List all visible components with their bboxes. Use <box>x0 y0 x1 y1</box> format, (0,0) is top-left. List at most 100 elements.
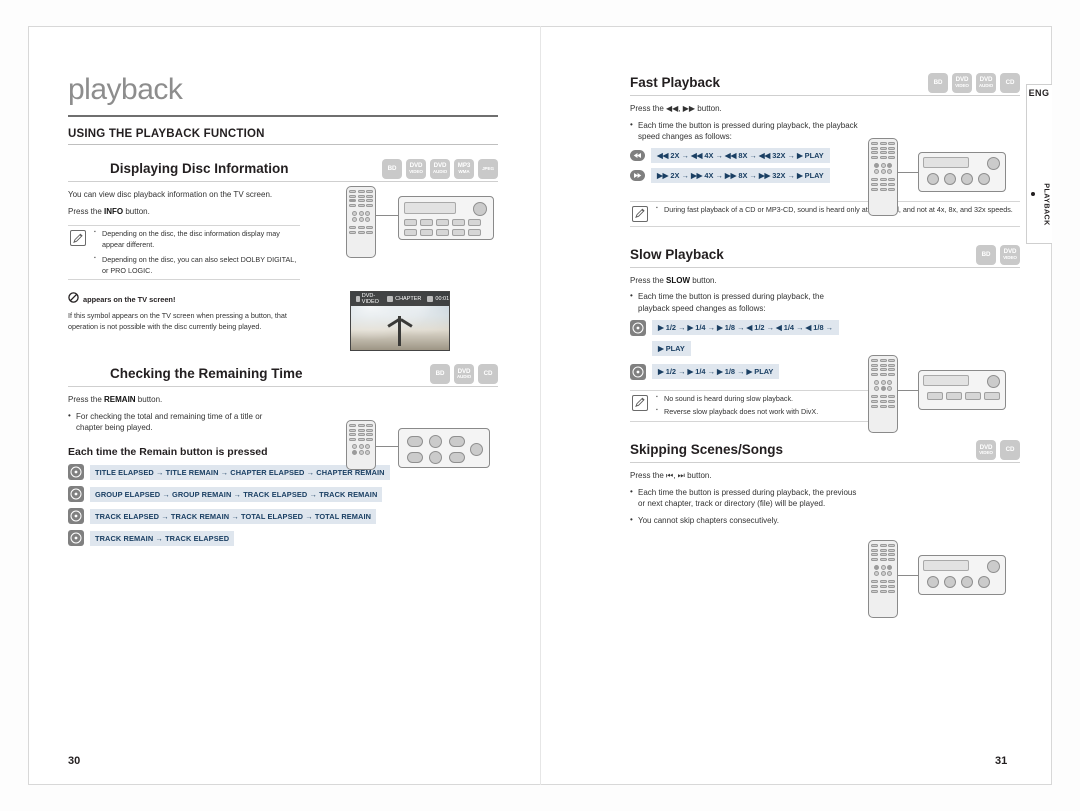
column-divider <box>540 26 541 785</box>
speed-row: ▶ PLAY <box>652 340 1020 356</box>
receiver-front-panel-illustration <box>918 555 1006 595</box>
note-line: Reverse slow playback does not work with… <box>656 407 898 418</box>
remote-control-illustration <box>868 355 898 433</box>
badge-dvd-video: DVD VIDEO <box>1000 244 1020 265</box>
manual-page: playback USING THE PLAYBACK FUNCTION BD … <box>0 0 1080 811</box>
prohibited-icon <box>68 290 79 308</box>
speed-row: ▶ 1/2 → ▶ 1/4 → ▶ 1/8 → ◀ 1/2 → ◀ 1/4 → … <box>630 319 1020 336</box>
disc-info-line2: Press the INFO button. <box>68 206 150 216</box>
leader-line <box>376 215 398 216</box>
leader-line <box>376 446 398 447</box>
dvd-video-disc-icon <box>630 363 646 380</box>
remote-control-illustration <box>346 186 376 258</box>
badge-group-fast-playback: BD DVD VIDEO DVD AUDIO CD <box>928 73 1020 93</box>
skipping-line1: Press the ⏮, ⏭ button. <box>630 471 712 481</box>
disc-info-body: You can view disc playback information o… <box>68 189 300 217</box>
section-title: USING THE PLAYBACK FUNCTION <box>68 128 498 145</box>
flow-row: TRACK REMAIN → TRACK ELAPSED <box>68 530 498 547</box>
right-column: BD DVD VIDEO DVD AUDIO CD Fast Playback Pr… <box>630 73 1020 532</box>
remaining-time-body: Press the REMAIN button. For checking th… <box>68 394 286 434</box>
flow-row: TRACK ELAPSED → TRACK REMAIN → TOTAL ELA… <box>68 508 498 525</box>
badge-bd: BD <box>976 244 996 265</box>
badge-cd: CD <box>1000 73 1020 93</box>
side-tab-section: PLAYBACK <box>1042 183 1052 226</box>
badge-cd: CD <box>1000 440 1020 461</box>
badge-group-disc-info: BD DVD VIDEO DVD AUDIO MP3 WMA JPEG <box>382 159 498 179</box>
skipping-bullet2: You cannot skip chapters consecutively. <box>630 514 860 527</box>
illustration-remaining-time <box>346 420 376 470</box>
leader-line <box>898 390 918 391</box>
badge-dvd-video: DVD VIDEO <box>952 73 972 93</box>
badge-dvd-audio: DVD AUDIO <box>454 364 474 385</box>
tv-screen-illustration: DVD-VIDEO CHAPTER 00:01:24 16:9 LB <box>350 291 450 351</box>
badge-group-remaining-time: BD DVD AUDIO CD <box>430 364 498 385</box>
slow-playback-note-box: No sound is heard during slow playback. … <box>630 389 898 423</box>
receiver-front-panel-illustration <box>918 370 1006 410</box>
leader-line <box>898 172 918 173</box>
illustration-skipping <box>868 540 898 618</box>
note-pencil-icon <box>70 230 86 247</box>
fast-playback-line1: Press the ◀◀, ▶▶ button. <box>630 104 722 113</box>
tv-osd-overlay: DVD-VIDEO CHAPTER 00:01:24 16:9 LB <box>351 292 449 306</box>
note-pencil-icon <box>632 205 648 222</box>
chapter-rule <box>68 115 498 117</box>
disc-info-line1: You can view disc playback information o… <box>68 190 273 199</box>
flow-text: TRACK ELAPSED → TRACK REMAIN → TOTAL ELA… <box>90 508 377 524</box>
bd-disc-icon <box>68 464 84 481</box>
warning-title: appears on the TV screen! <box>83 294 176 304</box>
slow-playback-bullet1: Each time the button is pressed during p… <box>630 290 855 314</box>
subsection-title: Slow Playback <box>630 246 724 262</box>
badge-jpeg: JPEG <box>478 159 498 179</box>
osd-chip: CHAPTER <box>387 296 421 302</box>
fast-playback-body: Press the ◀◀, ▶▶ button. Each time the b… <box>630 103 860 143</box>
page-number-left: 30 <box>68 755 81 767</box>
badge-dvd-video: DVD VIDEO <box>976 440 996 461</box>
subsection-rule <box>68 386 498 388</box>
side-tab-language: ENG <box>1028 88 1050 98</box>
note-line: During fast playback of a CD or MP3-CD, … <box>656 205 1020 216</box>
flow-text: GROUP ELAPSED → GROUP REMAIN → TRACK ELA… <box>90 486 383 502</box>
flow-text: TITLE ELAPSED → TITLE REMAIN → CHAPTER E… <box>90 464 390 480</box>
note-pencil-icon <box>632 394 648 411</box>
speed-text: ◀◀ 2X → ◀◀ 4X → ◀◀ 8X → ◀◀ 32X → ▶ PLAY <box>651 147 830 163</box>
remote-control-illustration <box>868 138 898 216</box>
leader-line <box>898 575 918 576</box>
fast-playback-bullet1: Each time the button is pressed during p… <box>630 119 860 143</box>
tv-image-tower <box>385 304 415 346</box>
subsection-rule <box>630 462 1020 464</box>
remote-control-illustration <box>346 420 376 470</box>
receiver-front-panel-illustration <box>918 152 1006 192</box>
badge-bd: BD <box>382 159 402 179</box>
remaining-time-bullet1: For checking the total and remaining tim… <box>68 410 286 434</box>
subsection-fast-playback: BD DVD VIDEO DVD AUDIO CD Fast Playback Pr… <box>630 73 1020 227</box>
flow-text: TRACK REMAIN → TRACK ELAPSED <box>90 530 235 546</box>
rewind-icon <box>630 149 645 161</box>
warning-block: appears on the TV screen! If this symbol… <box>68 290 300 332</box>
flow-row: GROUP ELAPSED → GROUP REMAIN → TRACK ELA… <box>68 486 498 503</box>
remote-control-illustration <box>868 540 898 618</box>
slow-playback-line1: Press the SLOW button. <box>630 275 717 285</box>
warning-body: If this symbol appears on the TV screen … <box>68 311 287 331</box>
illustration-slow-playback <box>868 355 898 433</box>
remote-keypad-detail-illustration <box>398 428 490 468</box>
badge-bd: BD <box>430 364 450 385</box>
osd-chip: 00:01:24 <box>427 296 449 302</box>
skipping-body: Press the ⏮, ⏭ button. Each time the but… <box>630 470 860 526</box>
remain-flow-list: TITLE ELAPSED → TITLE REMAIN → CHAPTER E… <box>68 464 498 547</box>
cd-disc-icon <box>68 508 84 525</box>
mp3-disc-icon <box>68 530 84 547</box>
osd-chip: DVD-VIDEO <box>356 293 381 305</box>
speed-text: ▶▶ 2X → ▶▶ 4X → ▶▶ 8X → ▶▶ 32X → ▶ PLAY <box>651 167 830 183</box>
badge-dvd-video: DVD VIDEO <box>406 159 426 179</box>
slow-playback-body: Press the SLOW button. Each time the but… <box>630 275 855 315</box>
subsection-rule <box>630 266 1020 268</box>
badge-dvd-audio: DVD AUDIO <box>430 159 450 179</box>
subsection-rule <box>68 181 498 182</box>
note-line: Depending on the disc, you can also sele… <box>94 255 300 277</box>
speed-text: ▶ PLAY <box>652 340 691 356</box>
subsection-rule <box>630 95 1020 96</box>
badge-bd: BD <box>928 73 948 93</box>
skipping-bullet1: Each time the button is pressed during p… <box>630 486 860 510</box>
subsection-skipping-scenes-songs: DVD VIDEO CD Skipping Scenes/Songs Press … <box>630 440 1020 526</box>
note-line: Depending on the disc, the disc informat… <box>94 229 300 251</box>
